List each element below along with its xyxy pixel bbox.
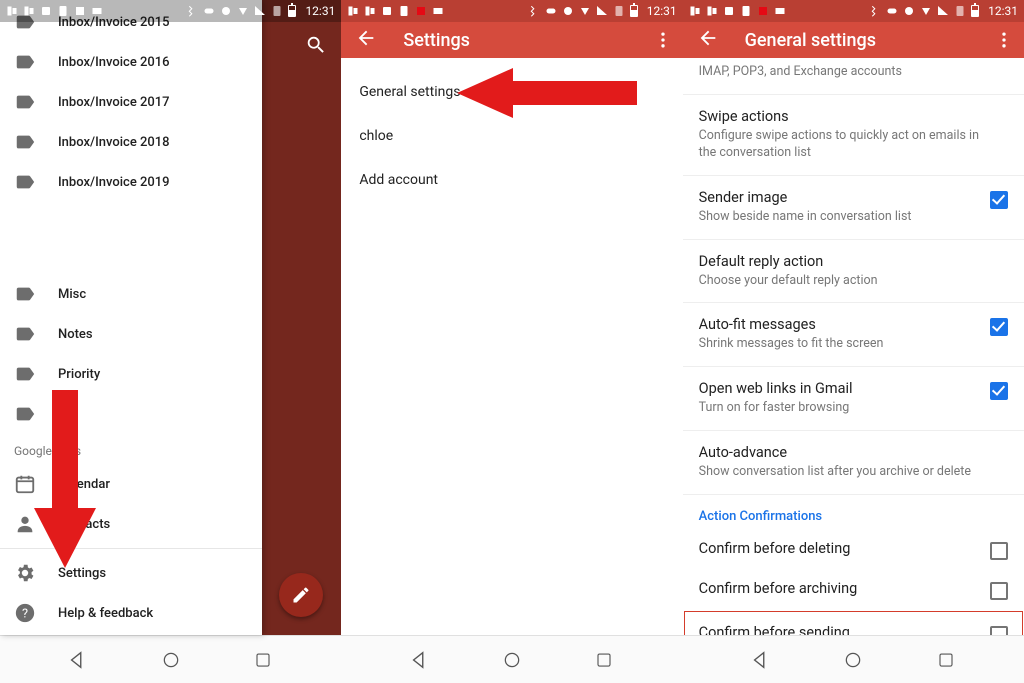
status-time: 12:31 bbox=[305, 4, 335, 18]
gs-sub: Show conversation list after you archive… bbox=[699, 464, 998, 481]
compose-fab[interactable] bbox=[279, 573, 323, 617]
drawer-item[interactable]: Misc bbox=[0, 274, 262, 314]
drawer-label: Priority bbox=[58, 367, 100, 382]
drawer-label: Notes bbox=[58, 327, 93, 342]
drawer-item[interactable]: Priority bbox=[0, 354, 262, 394]
drawer-label: Help & feedback bbox=[58, 606, 153, 621]
drawer-label: Inbox/Invoice 2016 bbox=[58, 55, 170, 70]
drawer-item[interactable]: Inbox/Invoice 2018 bbox=[0, 122, 262, 162]
gs-sub: Choose your default reply action bbox=[699, 273, 998, 290]
gs-title: Swipe actions bbox=[699, 108, 998, 125]
gs-item-default-reply[interactable]: Default reply action Choose your default … bbox=[683, 240, 1024, 304]
gs-title: Confirm before deleting bbox=[699, 540, 980, 557]
gs-item-sender-image[interactable]: Sender image Show beside name in conversa… bbox=[683, 176, 1024, 240]
gs-item-autofit[interactable]: Auto-fit messages Shrink messages to fit … bbox=[683, 303, 1024, 367]
android-nav-bar bbox=[0, 635, 341, 683]
nav-back-icon[interactable] bbox=[64, 646, 92, 674]
gs-item-autoadvance[interactable]: Auto-advance Show conversation list after… bbox=[683, 431, 1024, 495]
gs-sub: Configure swipe actions to quickly act o… bbox=[699, 128, 998, 162]
settings-item-add-account[interactable]: Add account bbox=[341, 158, 682, 202]
android-nav-bar bbox=[341, 635, 682, 683]
checkbox-icon[interactable] bbox=[990, 582, 1008, 600]
back-arrow-icon[interactable] bbox=[355, 27, 377, 53]
gs-item-weblinks[interactable]: Open web links in Gmail Turn on for faste… bbox=[683, 367, 1024, 431]
appbar-title: General settings bbox=[745, 30, 876, 51]
gs-title: Confirm before archiving bbox=[699, 580, 980, 597]
gs-sub: Show beside name in conversation list bbox=[699, 209, 980, 226]
battery-icon bbox=[288, 5, 296, 17]
battery-icon bbox=[971, 5, 979, 17]
drawer-label: Inbox/Invoice 2019 bbox=[58, 175, 170, 190]
status-bar: 12:31 bbox=[341, 0, 682, 22]
gs-sub: Turn on for faster browsing bbox=[699, 400, 980, 417]
gs-section-header: Action Confirmations bbox=[683, 495, 1024, 530]
gs-item-confirm-archive[interactable]: Confirm before archiving bbox=[683, 570, 1024, 610]
battery-icon bbox=[630, 5, 638, 17]
annotation-arrow-left bbox=[457, 68, 637, 118]
drawer-item[interactable]: Inbox/Invoice 2019 bbox=[0, 162, 262, 202]
nav-home-icon[interactable] bbox=[157, 646, 185, 674]
checkbox-icon[interactable] bbox=[990, 191, 1008, 209]
nav-home-icon[interactable] bbox=[498, 646, 526, 674]
status-bar: 12:31 bbox=[683, 0, 1024, 22]
gs-title: Auto-advance bbox=[699, 444, 998, 461]
gs-item-swipe[interactable]: Swipe actions Configure swipe actions to … bbox=[683, 95, 1024, 176]
nav-recents-icon[interactable] bbox=[932, 646, 960, 674]
checkbox-icon[interactable] bbox=[990, 318, 1008, 336]
checkbox-icon[interactable] bbox=[990, 542, 1008, 560]
settings-item-account[interactable]: chloe bbox=[341, 114, 682, 158]
back-arrow-icon[interactable] bbox=[697, 27, 719, 53]
gs-title: Open web links in Gmail bbox=[699, 380, 980, 397]
search-icon[interactable] bbox=[305, 34, 327, 60]
status-bar: 12:31 bbox=[0, 0, 341, 22]
status-time: 12:31 bbox=[647, 4, 677, 18]
overflow-menu-icon[interactable] bbox=[994, 30, 1014, 54]
gs-item-confirm-delete[interactable]: Confirm before deleting bbox=[683, 530, 1024, 570]
drawer-label: Misc bbox=[58, 287, 86, 302]
drawer-item[interactable]: Inbox/Invoice 2017 bbox=[0, 82, 262, 122]
drawer-item-help[interactable]: ? Help & feedback bbox=[0, 593, 262, 633]
nav-recents-icon[interactable] bbox=[590, 646, 618, 674]
checkbox-icon[interactable] bbox=[990, 382, 1008, 400]
gs-sub: IMAP, POP3, and Exchange accounts bbox=[699, 64, 998, 81]
nav-home-icon[interactable] bbox=[839, 646, 867, 674]
drawer-item[interactable]: Notes bbox=[0, 314, 262, 354]
gs-title: Auto-fit messages bbox=[699, 316, 980, 333]
gs-title: Sender image bbox=[699, 189, 980, 206]
drawer-item[interactable]: Inbox/Invoice 2016 bbox=[0, 42, 262, 82]
overflow-menu-icon[interactable] bbox=[653, 30, 673, 54]
annotation-arrow-down bbox=[34, 390, 96, 568]
drawer-label: Inbox/Invoice 2017 bbox=[58, 95, 170, 110]
nav-back-icon[interactable] bbox=[747, 646, 775, 674]
nav-back-icon[interactable] bbox=[406, 646, 434, 674]
nav-recents-icon[interactable] bbox=[249, 646, 277, 674]
appbar-title: Settings bbox=[403, 30, 470, 51]
svg-text:?: ? bbox=[22, 607, 28, 622]
gs-item[interactable]: IMAP, POP3, and Exchange accounts bbox=[683, 58, 1024, 95]
drawer-label: Inbox/Invoice 2018 bbox=[58, 135, 170, 150]
status-time: 12:31 bbox=[988, 4, 1018, 18]
gs-sub: Shrink messages to fit the screen bbox=[699, 336, 980, 353]
gs-title: Default reply action bbox=[699, 253, 998, 270]
android-nav-bar bbox=[683, 635, 1024, 683]
